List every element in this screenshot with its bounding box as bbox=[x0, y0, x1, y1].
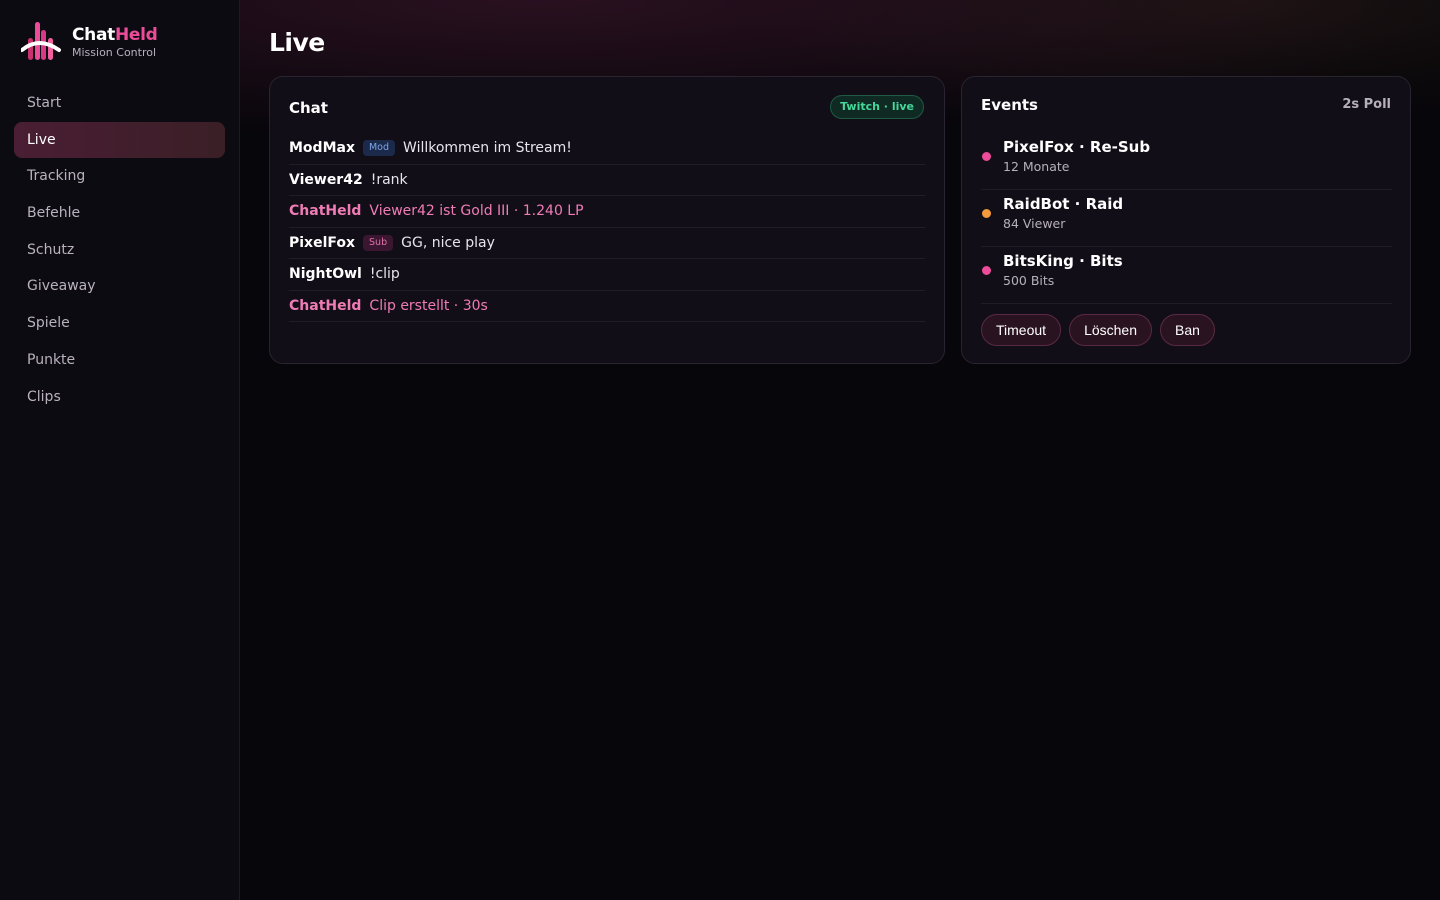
moderation-actions: Timeout Löschen Ban bbox=[981, 314, 1215, 346]
timeout-button[interactable]: Timeout bbox=[981, 314, 1062, 346]
chat-username[interactable]: ModMax bbox=[289, 140, 355, 156]
chat-username[interactable]: PixelFox bbox=[289, 235, 355, 251]
delete-button[interactable]: Löschen bbox=[1069, 314, 1152, 346]
event-title: RaidBot · Raid bbox=[1003, 195, 1124, 213]
event-title: BitsKing · Bits bbox=[1003, 252, 1123, 270]
sidebar: ChatHeld Mission Control Start Live Trac… bbox=[0, 0, 240, 900]
chat-message-text: !clip bbox=[369, 266, 400, 283]
chat-message-text: GG, nice play bbox=[401, 234, 495, 251]
chat-card: Chat Twitch · live ModMax Mod Willkommen… bbox=[269, 76, 945, 364]
brand[interactable]: ChatHeld Mission Control bbox=[20, 20, 158, 64]
sidebar-item-punkte[interactable]: Punkte bbox=[14, 342, 225, 378]
event-dot-icon bbox=[982, 266, 991, 275]
chat-message[interactable]: PixelFox Sub GG, nice play bbox=[289, 228, 925, 259]
sidebar-item-clips[interactable]: Clips bbox=[14, 379, 225, 415]
brand-name: ChatHeld bbox=[72, 25, 158, 45]
event-item[interactable]: RaidBot · Raid 84 Viewer bbox=[981, 190, 1392, 247]
main-content: Live Chat Twitch · live ModMax Mod Willk… bbox=[240, 0, 1440, 900]
event-dot-icon bbox=[982, 209, 991, 218]
chat-message[interactable]: ChatHeld Clip erstellt · 30s bbox=[289, 291, 925, 322]
status-badge: Twitch · live bbox=[830, 95, 924, 119]
chat-message-text: !rank bbox=[370, 171, 408, 188]
event-list: PixelFox · Re-Sub 12 Monate RaidBot · Ra… bbox=[981, 133, 1392, 304]
event-item[interactable]: BitsKing · Bits 500 Bits bbox=[981, 247, 1392, 304]
sidebar-item-live[interactable]: Live bbox=[14, 121, 225, 158]
chat-message[interactable]: NightOwl !clip bbox=[289, 259, 925, 291]
events-card-title: Events bbox=[981, 96, 1038, 114]
page-title: Live bbox=[269, 28, 325, 57]
chatheld-logo-icon bbox=[20, 20, 61, 64]
sub-badge: Sub bbox=[363, 234, 394, 251]
chat-username[interactable]: Viewer42 bbox=[289, 172, 363, 188]
chat-username[interactable]: NightOwl bbox=[289, 266, 362, 282]
poll-interval-label: 2s Poll bbox=[1342, 97, 1391, 112]
sidebar-item-schutz[interactable]: Schutz bbox=[14, 232, 225, 268]
brand-subtitle: Mission Control bbox=[72, 46, 157, 59]
sidebar-item-spiele[interactable]: Spiele bbox=[14, 305, 225, 341]
event-detail: 500 Bits bbox=[1003, 273, 1055, 288]
sidebar-item-start[interactable]: Start bbox=[14, 85, 225, 121]
mod-badge: Mod bbox=[362, 140, 396, 157]
chat-message-text: Viewer42 ist Gold III · 1.240 LP bbox=[369, 203, 584, 220]
sidebar-item-befehle[interactable]: Befehle bbox=[14, 195, 225, 231]
event-title: PixelFox · Re-Sub bbox=[1003, 138, 1151, 156]
chat-username[interactable]: ChatHeld bbox=[289, 203, 361, 219]
chat-message-text: Willkommen im Stream! bbox=[403, 140, 572, 157]
event-dot-icon bbox=[982, 152, 991, 161]
sidebar-item-tracking[interactable]: Tracking bbox=[14, 158, 225, 194]
sidebar-item-giveaway[interactable]: Giveaway bbox=[14, 268, 225, 304]
sidebar-nav: Start Live Tracking Befehle Schutz Givea… bbox=[14, 85, 225, 415]
events-card: Events 2s Poll PixelFox · Re-Sub 12 Mona… bbox=[961, 76, 1411, 364]
chat-message-text: Clip erstellt · 30s bbox=[369, 297, 488, 314]
event-item[interactable]: PixelFox · Re-Sub 12 Monate bbox=[981, 133, 1392, 190]
chat-message[interactable]: ModMax Mod Willkommen im Stream! bbox=[289, 133, 925, 165]
event-detail: 12 Monate bbox=[1003, 159, 1070, 174]
event-detail: 84 Viewer bbox=[1003, 216, 1066, 231]
chat-message-list[interactable]: ModMax Mod Willkommen im Stream! Viewer4… bbox=[289, 133, 925, 322]
ban-button[interactable]: Ban bbox=[1160, 314, 1215, 346]
chat-message[interactable]: Viewer42 !rank bbox=[289, 165, 925, 196]
chat-username[interactable]: ChatHeld bbox=[289, 298, 361, 314]
chat-card-title: Chat bbox=[289, 99, 328, 117]
chat-message[interactable]: ChatHeld Viewer42 ist Gold III · 1.240 L… bbox=[289, 196, 925, 228]
